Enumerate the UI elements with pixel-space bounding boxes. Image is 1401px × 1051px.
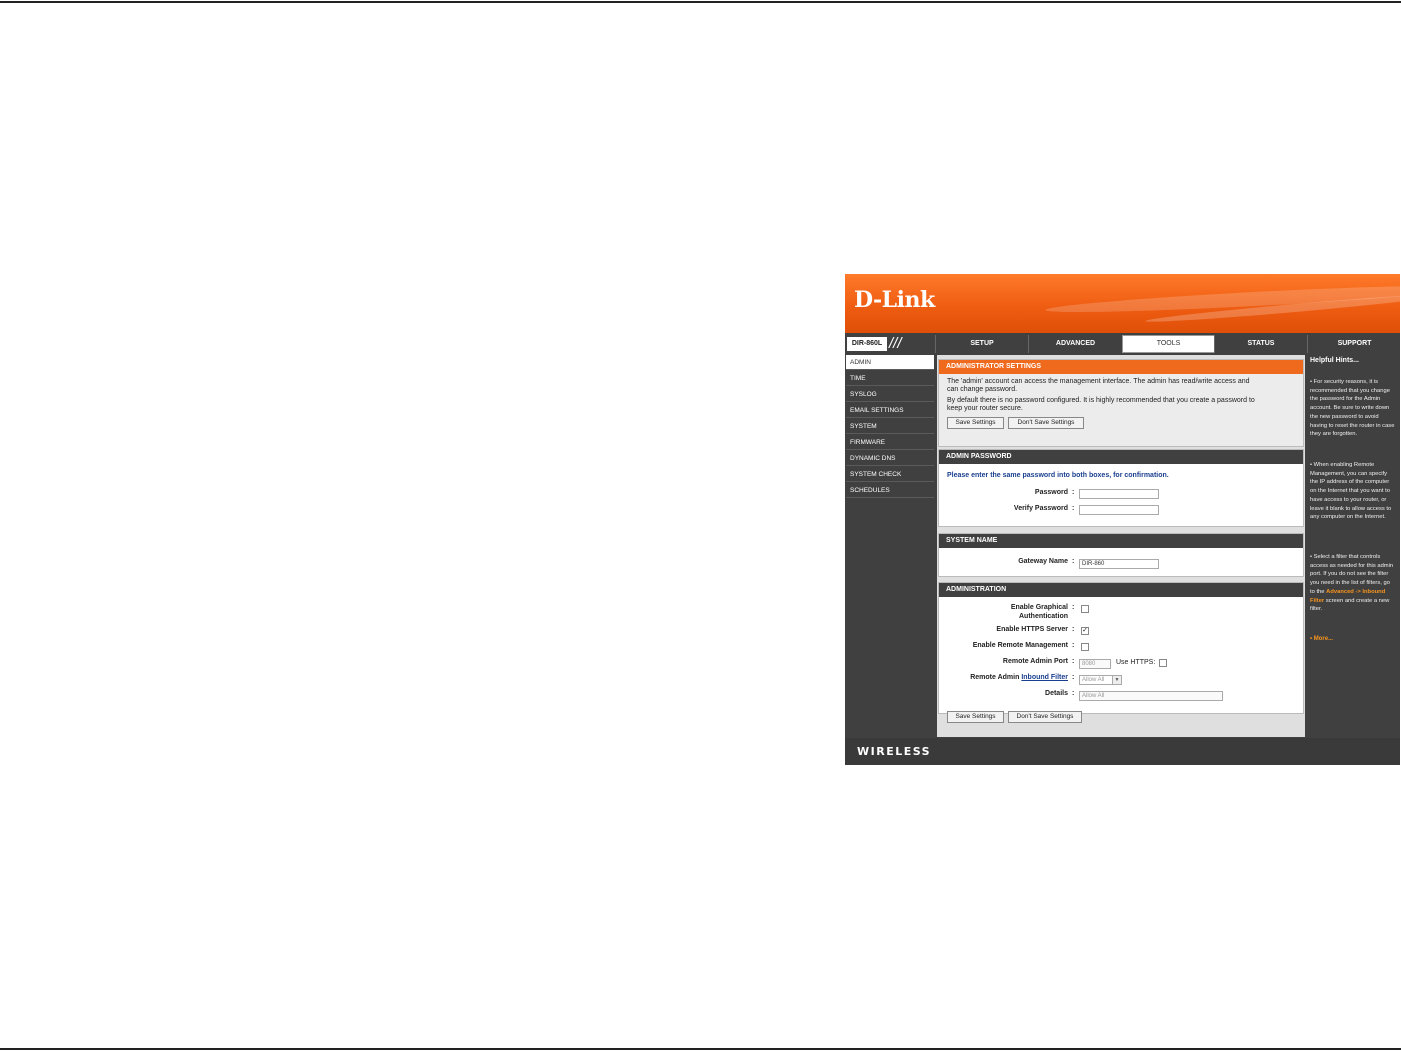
more-link[interactable]: • More... — [1310, 636, 1333, 642]
password-label: Password — [1034, 489, 1068, 496]
gateway-name-label: Gateway Name — [1018, 558, 1068, 565]
hint-text: • Select a filter that controls access a… — [1310, 553, 1396, 614]
hint-text: • For security reasons, it is recommende… — [1310, 379, 1395, 438]
colon: : — [1072, 674, 1075, 681]
description-text: can change password. — [947, 386, 1018, 393]
colon: : — [1072, 626, 1075, 633]
colon: : — [1072, 604, 1075, 611]
tab-advanced[interactable]: ADVANCED — [1028, 335, 1122, 353]
sidebar-item-firmware[interactable]: FIRMWARE — [846, 435, 934, 450]
sidebar-item-syslog[interactable]: SYSLOG — [846, 387, 934, 402]
https-server-checkbox[interactable]: ✓ — [1081, 627, 1089, 635]
verify-password-input[interactable] — [1079, 505, 1159, 515]
colon: : — [1072, 642, 1075, 649]
save-settings-button[interactable]: Save Settings — [947, 711, 1004, 723]
description-text: keep your router secure. — [947, 405, 1023, 412]
dont-save-settings-button[interactable]: Don't Save Settings — [1008, 711, 1082, 723]
section-title: SYSTEM NAME — [939, 534, 1303, 548]
chevron-down-icon: ▼ — [1112, 676, 1121, 684]
administration-section: ADMINISTRATION Enable Graphical Authenti… — [938, 582, 1304, 723]
dlink-logo: D-Link — [854, 287, 935, 313]
header-banner: D-Link — [845, 274, 1400, 333]
router-admin-screenshot: D-Link DIR-860L /// SETUP ADVANCED TOOLS… — [845, 274, 1400, 765]
system-name-section: SYSTEM NAME Gateway Name : DIR-860 — [938, 533, 1304, 577]
main-content: ADMINISTRATOR SETTINGS The 'admin' accou… — [937, 355, 1305, 737]
model-label: DIR-860L — [847, 337, 887, 351]
remote-management-checkbox[interactable] — [1081, 643, 1089, 651]
tab-tools[interactable]: TOOLS — [1122, 335, 1215, 353]
administrator-settings-section: ADMINISTRATOR SETTINGS The 'admin' accou… — [938, 359, 1304, 447]
inbound-filter-link[interactable]: Inbound Filter — [1021, 674, 1068, 681]
details-input[interactable]: Allow All — [1079, 691, 1223, 701]
hint-text: • When enabling Remote Management, you c… — [1310, 462, 1392, 521]
use-https-checkbox[interactable] — [1159, 659, 1167, 667]
gateway-name-input[interactable]: DIR-860 — [1079, 559, 1159, 569]
sidebar-item-email-settings[interactable]: EMAIL SETTINGS — [846, 403, 934, 418]
slash-decoration: /// — [889, 335, 902, 352]
remote-admin-port-input[interactable]: 8080 — [1079, 659, 1111, 669]
sidebar-item-admin[interactable]: ADMIN — [846, 355, 934, 370]
verify-password-label: Verify Password — [1013, 505, 1068, 512]
colon: : — [1072, 505, 1075, 512]
colon: : — [1072, 489, 1075, 496]
colon: : — [1072, 558, 1075, 565]
tab-setup[interactable]: SETUP — [935, 335, 1028, 353]
hints-title: Helpful Hints... — [1310, 357, 1359, 364]
tab-support[interactable]: SUPPORT — [1307, 335, 1400, 353]
sidebar-item-system[interactable]: SYSTEM — [846, 419, 934, 434]
inbound-filter-select[interactable]: Allow All ▼ — [1079, 675, 1122, 685]
sidebar-item-system-check[interactable]: SYSTEM CHECK — [846, 467, 934, 482]
remote-admin-label: Remote Admin — [970, 674, 1020, 681]
graphical-auth-label: Authentication — [1019, 613, 1068, 620]
sidebar-item-dynamic-dns[interactable]: DYNAMIC DNS — [846, 451, 934, 466]
section-title: ADMINISTRATOR SETTINGS — [939, 360, 1303, 374]
colon: : — [1072, 658, 1075, 665]
details-label: Details — [1045, 690, 1068, 697]
graphical-auth-label: Enable Graphical — [1010, 604, 1068, 611]
helpful-hints-panel: Helpful Hints... • For security reasons,… — [1307, 355, 1400, 737]
footer: WIRELESS — [845, 738, 1400, 765]
colon: : — [1072, 690, 1075, 697]
password-input[interactable] — [1079, 489, 1159, 499]
save-settings-button[interactable]: Save Settings — [947, 417, 1004, 429]
top-rule — [0, 1, 1401, 3]
section-title: ADMINISTRATION — [939, 583, 1303, 597]
graphical-auth-checkbox[interactable] — [1081, 605, 1089, 613]
wireless-brand: WIRELESS — [857, 745, 932, 758]
tab-status[interactable]: STATUS — [1214, 335, 1307, 353]
use-https-label: Use HTTPS: — [1116, 659, 1156, 666]
top-nav: DIR-860L /// SETUP ADVANCED TOOLS STATUS… — [845, 335, 1400, 353]
inbound-filter-value: Allow All — [1082, 677, 1105, 683]
inbound-filter-label: Remote Admin Inbound Filter — [970, 674, 1068, 681]
bottom-rule — [0, 1048, 1401, 1050]
admin-password-section: ADMIN PASSWORD Please enter the same pas… — [938, 449, 1304, 527]
remote-management-label: Enable Remote Management — [972, 642, 1068, 649]
sidebar-item-time[interactable]: TIME — [846, 371, 934, 386]
remote-admin-port-label: Remote Admin Port — [1002, 658, 1068, 665]
instruction-text: Please enter the same password into both… — [947, 472, 1169, 479]
sidebar: ADMIN TIME SYSLOG EMAIL SETTINGS SYSTEM … — [845, 355, 935, 737]
dont-save-settings-button[interactable]: Don't Save Settings — [1008, 417, 1084, 429]
section-title: ADMIN PASSWORD — [939, 450, 1303, 464]
sidebar-item-schedules[interactable]: SCHEDULES — [846, 483, 934, 498]
https-server-label: Enable HTTPS Server — [996, 626, 1068, 633]
